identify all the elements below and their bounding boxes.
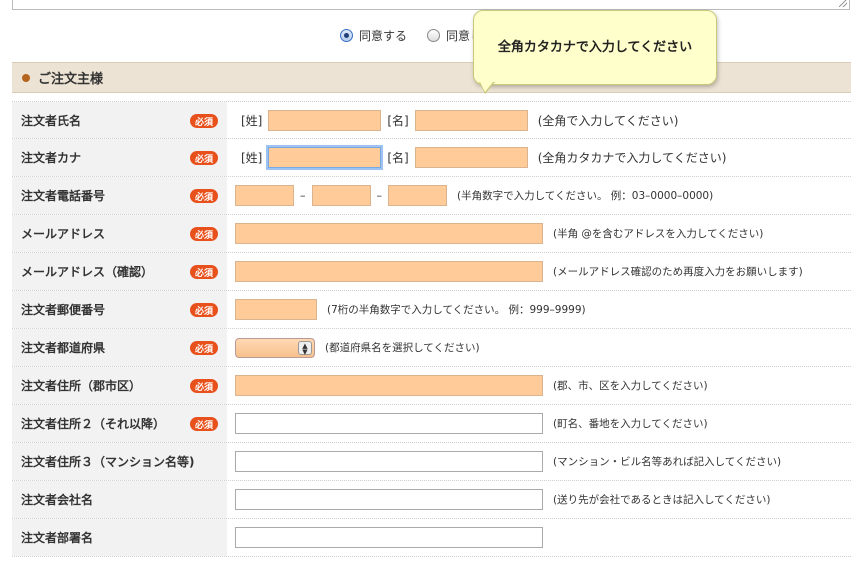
- last-name-kana-input[interactable]: [268, 147, 382, 168]
- company-input[interactable]: [235, 489, 543, 510]
- phone-part3-input[interactable]: [388, 185, 447, 206]
- field-hint: (町名、番地を入力してください): [553, 418, 708, 430]
- form-row-prefecture: 注文者都道府県 必須 ▲ ▼ (都道府県名を選択してください): [12, 329, 851, 367]
- form-row-zip: 注文者郵便番号 必須 (7桁の半角数字で入力してください。 例：999–9999…: [12, 291, 851, 329]
- input-tooltip: 全角カタカナで入力してください: [473, 10, 717, 85]
- form-row-department: 注文者部署名: [12, 519, 851, 557]
- required-badge: 必須: [190, 265, 218, 279]
- required-badge: 必須: [190, 303, 218, 317]
- field-hint: (郡、市、区を入力してください): [553, 380, 708, 392]
- field-hint: (7桁の半角数字で入力してください。 例：999–9999): [327, 304, 586, 316]
- field-hint: (全角で入力してください): [537, 113, 679, 128]
- sei-label: [姓]: [241, 151, 263, 165]
- form-row-address3: 注文者住所３（マンション名等) (マンション・ビル名等あれば記入してください): [12, 443, 851, 481]
- form-row-email-confirm: メールアドレス（確認） 必須 (メールアドレス確認のため再度入力をお願いします): [12, 253, 851, 291]
- field-label: 注文者会社名: [12, 481, 227, 518]
- email-input[interactable]: [235, 223, 543, 244]
- field-hint: (送り先が会社であるときは記入してください): [553, 494, 771, 506]
- address2-input[interactable]: [235, 413, 543, 434]
- agree-radio[interactable]: 同意する: [340, 27, 407, 44]
- field-hint: (半角 @を含むアドレスを入力してください): [553, 228, 764, 240]
- mei-label: [名]: [387, 151, 409, 165]
- required-badge: 必須: [190, 417, 218, 431]
- section-header: ご注文主様: [12, 62, 851, 93]
- comment-textarea[interactable]: [12, 0, 850, 10]
- field-label: 注文者部署名: [12, 519, 227, 556]
- required-badge: 必須: [190, 151, 218, 165]
- first-name-kana-input[interactable]: [414, 147, 528, 168]
- form-row-phone: 注文者電話番号 必須 – – (半角数字で入力してください。 例：03–0000…: [12, 177, 851, 215]
- required-badge: 必須: [190, 341, 218, 355]
- form-row-address2: 注文者住所２（それ以降） 必須 (町名、番地を入力してください): [12, 405, 851, 443]
- phone-dash: –: [300, 189, 306, 202]
- agree-label: 同意する: [359, 29, 408, 43]
- select-arrows-icon: ▲ ▼: [298, 340, 312, 355]
- address3-input[interactable]: [235, 451, 543, 472]
- section-title: ご注文主様: [38, 72, 104, 87]
- required-badge: 必須: [190, 114, 218, 128]
- last-name-input[interactable]: [268, 109, 382, 131]
- form-row-email: メールアドレス 必須 (半角 @を含むアドレスを入力してください): [12, 215, 851, 253]
- field-hint: (全角カタカナで入力してください): [537, 151, 727, 165]
- form-row-kana: 注文者カナ 必須 [姓] [名] (全角カタカナで入力してください): [12, 139, 851, 177]
- field-hint: (都道府県名を選択してください): [325, 342, 480, 354]
- phone-part2-input[interactable]: [311, 185, 371, 206]
- address1-input[interactable]: [235, 375, 543, 396]
- field-hint: (半角数字で入力してください。 例：03–0000–0000): [457, 190, 714, 202]
- first-name-input[interactable]: [414, 109, 528, 131]
- mei-label: [名]: [387, 113, 409, 128]
- field-hint: (マンション・ビル名等あれば記入してください): [553, 456, 782, 468]
- required-badge: 必須: [190, 227, 218, 241]
- form-row-company: 注文者会社名 (送り先が会社であるときは記入してください): [12, 481, 851, 519]
- field-hint: (メールアドレス確認のため再度入力をお願いします): [553, 266, 803, 278]
- required-badge: 必須: [190, 189, 218, 203]
- tooltip-tail-inner: [480, 82, 493, 92]
- bullet-icon: [22, 73, 30, 82]
- field-label: 注文者住所３（マンション名等): [12, 443, 227, 480]
- zip-input[interactable]: [235, 299, 317, 320]
- orderer-form: 注文者氏名 必須 [姓] [名] (全角で入力してください) 注文者カナ 必須 …: [12, 101, 851, 557]
- radio-unchecked-icon[interactable]: [427, 29, 441, 42]
- resize-grip-icon[interactable]: [839, 0, 847, 7]
- department-input[interactable]: [235, 527, 543, 548]
- phone-dash: –: [376, 189, 383, 202]
- tooltip-text: 全角カタカナで入力してください: [497, 40, 693, 55]
- required-badge: 必須: [190, 379, 218, 393]
- phone-part1-input[interactable]: [235, 185, 294, 206]
- radio-checked-icon[interactable]: [340, 29, 353, 42]
- email-confirm-input[interactable]: [235, 261, 543, 282]
- form-row-address1: 注文者住所（郡市区） 必須 (郡、市、区を入力してください): [12, 367, 851, 405]
- sei-label: [姓]: [241, 113, 263, 128]
- prefecture-select[interactable]: ▲ ▼: [235, 337, 315, 358]
- form-row-name: 注文者氏名 必須 [姓] [名] (全角で入力してください): [12, 101, 851, 139]
